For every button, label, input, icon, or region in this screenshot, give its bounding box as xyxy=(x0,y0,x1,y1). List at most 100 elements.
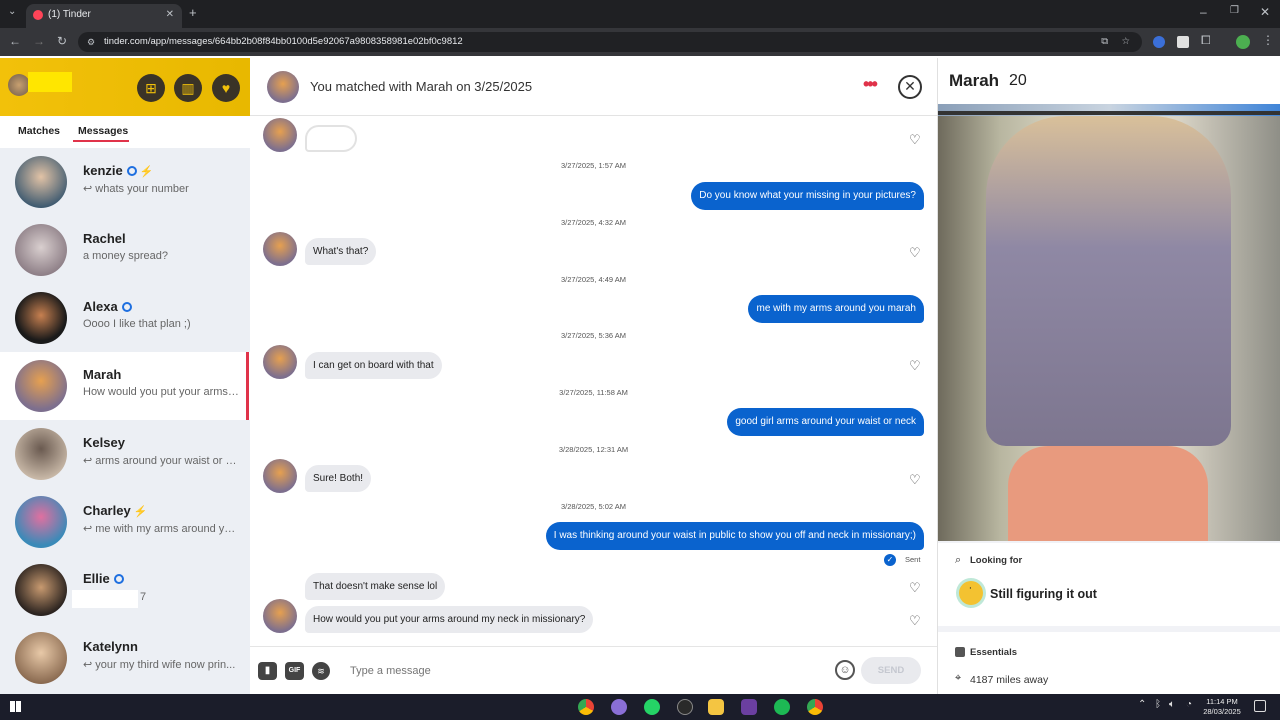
timestamp: 3/27/2025, 5:36 AM xyxy=(560,331,627,340)
sent-message: good girl arms around your waist or neck xyxy=(727,408,924,436)
match-avatar xyxy=(263,345,297,379)
tab-close-icon[interactable]: ✕ xyxy=(166,4,174,26)
profile-age: 20 xyxy=(1009,72,1027,89)
reload-icon[interactable]: ↻ xyxy=(57,34,67,48)
extensions-puzzle-icon[interactable]: ⧠ xyxy=(1201,33,1211,48)
conversation-item[interactable]: Charley⚡ ↩ me with my arms around you ma… xyxy=(0,488,250,556)
explore-icon[interactable]: ⊞ xyxy=(137,74,165,102)
conversation-item[interactable]: Katelynn ↩ your my third wife now prin..… xyxy=(0,624,250,692)
looking-for-label: Looking for xyxy=(970,555,1023,566)
back-icon[interactable]: ← xyxy=(9,34,21,48)
chat-panel: You matched with Marah on 3/25/2025 ••• … xyxy=(250,58,937,694)
looking-for-card: ⌕ Looking for ˙ Still figuring it out xyxy=(938,543,1280,626)
safety-shield-icon[interactable]: ♥ xyxy=(212,74,240,102)
match-avatar[interactable] xyxy=(267,71,299,103)
app-icon-purple[interactable] xyxy=(741,699,757,715)
like-heart-icon[interactable]: ♡ xyxy=(909,133,923,147)
browser-tab[interactable]: (1) Tinder ✕ xyxy=(26,4,182,28)
match-avatar xyxy=(263,599,297,633)
conversation-item[interactable]: Rachel a money spread? xyxy=(0,216,250,284)
timestamp: 3/27/2025, 1:57 AM xyxy=(560,161,627,170)
conversation-preview: ↩ me with my arms around you marah xyxy=(83,523,241,535)
app-icon[interactable] xyxy=(677,699,693,715)
install-app-icon[interactable]: ⧉ xyxy=(1101,32,1108,52)
maximize-icon[interactable]: ❐ xyxy=(1230,5,1239,16)
tab-messages[interactable]: Messages xyxy=(78,125,128,137)
emoji-icon[interactable]: ☺ xyxy=(835,660,855,680)
chrome-icon[interactable] xyxy=(578,699,594,715)
like-heart-icon[interactable]: ♡ xyxy=(909,359,923,373)
tray-chevron-icon[interactable]: ⌃ xyxy=(1138,699,1146,710)
forward-icon[interactable]: → xyxy=(33,34,45,48)
sticker-icon[interactable]: ▮ xyxy=(258,662,277,680)
passport-icon[interactable]: ▥ xyxy=(174,74,202,102)
minimize-icon[interactable]: – xyxy=(1200,5,1207,19)
conversation-name: Alexa xyxy=(83,299,132,314)
chrome-icon-2[interactable] xyxy=(807,699,823,715)
conversation-item[interactable]: kenzie ⚡ ↩ whats your number xyxy=(0,148,250,216)
sidebar-tabs: Matches Messages xyxy=(0,116,250,148)
windows-start-icon[interactable] xyxy=(10,701,21,712)
avatar xyxy=(15,292,67,344)
like-heart-icon[interactable]: ♡ xyxy=(909,473,923,487)
search-icon: ⌕ xyxy=(955,554,962,566)
conversation-item-active[interactable]: Marah How would you put your arms around… xyxy=(0,352,250,420)
extension-icon[interactable] xyxy=(1153,36,1165,48)
tab-matches[interactable]: Matches xyxy=(18,125,60,137)
sidebar-header: ⊞ ▥ ♥ xyxy=(0,58,250,116)
spotify-taskbar-icon[interactable] xyxy=(774,699,790,715)
conversation-item[interactable]: Ellie 7 xyxy=(0,556,250,624)
url-text: tinder.com/app/messages/664bb2b08f84bb01… xyxy=(104,36,463,47)
timestamp: 3/27/2025, 4:49 AM xyxy=(560,275,627,284)
taskbar-clock[interactable]: 11:14 PM 28/03/2025 xyxy=(1200,697,1244,717)
url-bar[interactable]: ⚙ tinder.com/app/messages/664bb2b08f84bb… xyxy=(78,32,1142,52)
gif-icon[interactable]: GIF xyxy=(285,662,304,680)
conversation-name: Charley ⚡ xyxy=(83,503,147,518)
avatar xyxy=(15,496,67,548)
site-info-icon[interactable]: ⚙ xyxy=(87,32,95,52)
volume-icon[interactable]: 🔈︎ xyxy=(1169,699,1175,710)
notification-icon[interactable] xyxy=(1254,700,1266,712)
tab-search-icon[interactable]: ⌄ xyxy=(8,6,16,17)
file-explorer-icon[interactable] xyxy=(708,699,724,715)
whatsapp-icon[interactable] xyxy=(644,699,660,715)
bluetooth-icon[interactable]: ᛒ xyxy=(1155,699,1161,710)
send-button[interactable]: SEND xyxy=(861,657,921,684)
my-avatar[interactable] xyxy=(8,74,30,96)
profile-name: Marah xyxy=(949,71,1000,90)
wifi-icon[interactable]: ◔ xyxy=(1186,699,1192,710)
conversation-preview: ↩ whats your number xyxy=(83,183,189,195)
match-avatar xyxy=(263,459,297,493)
redacted-name-block xyxy=(28,72,72,92)
received-message: Sure! Both! xyxy=(305,465,372,492)
received-message: That doesn't make sense lol xyxy=(305,573,446,600)
like-heart-icon[interactable]: ♡ xyxy=(909,614,923,628)
tab-title: (1) Tinder xyxy=(48,9,91,20)
essentials-label: Essentials xyxy=(970,647,1017,658)
conversation-name: Kelsey xyxy=(83,435,125,450)
photo-pager[interactable] xyxy=(938,111,1280,115)
conversation-name: Ellie xyxy=(83,571,124,586)
new-tab-icon[interactable]: + xyxy=(189,5,197,20)
profile-photo[interactable] xyxy=(938,116,1280,541)
more-options-icon[interactable]: ••• xyxy=(863,74,878,95)
window-close-icon[interactable]: ✕ xyxy=(1260,5,1270,19)
discord-icon[interactable] xyxy=(611,699,627,715)
conversation-item[interactable]: Alexa Oooo I like that plan ;) xyxy=(0,284,250,352)
like-heart-icon[interactable]: ♡ xyxy=(909,581,923,595)
like-heart-icon[interactable]: ♡ xyxy=(909,246,923,260)
profile-avatar-icon[interactable] xyxy=(1236,35,1250,49)
message-input[interactable] xyxy=(350,657,820,685)
profile-header: Marah 20 xyxy=(938,58,1280,104)
browser-menu-icon[interactable]: ⋮ xyxy=(1262,33,1274,47)
browser-tab-bar: ⌄ (1) Tinder ✕ + – ❐ ✕ xyxy=(0,0,1280,28)
bookmark-star-icon[interactable]: ☆ xyxy=(1121,32,1130,52)
sidebar: ⊞ ▥ ♥ Matches Messages kenzie ⚡ ↩ whats y… xyxy=(0,58,250,694)
sent-message: me with my arms around you marah xyxy=(748,295,924,323)
conversation-item[interactable]: Kelsey ↩ arms around your waist or neck xyxy=(0,420,250,488)
pocket-extension-icon[interactable] xyxy=(1177,36,1189,48)
spotify-icon[interactable]: ≋ xyxy=(312,662,330,680)
avatar xyxy=(15,224,67,276)
close-chat-icon[interactable]: ✕ xyxy=(898,75,922,99)
received-message: I can get on board with that xyxy=(305,352,442,379)
